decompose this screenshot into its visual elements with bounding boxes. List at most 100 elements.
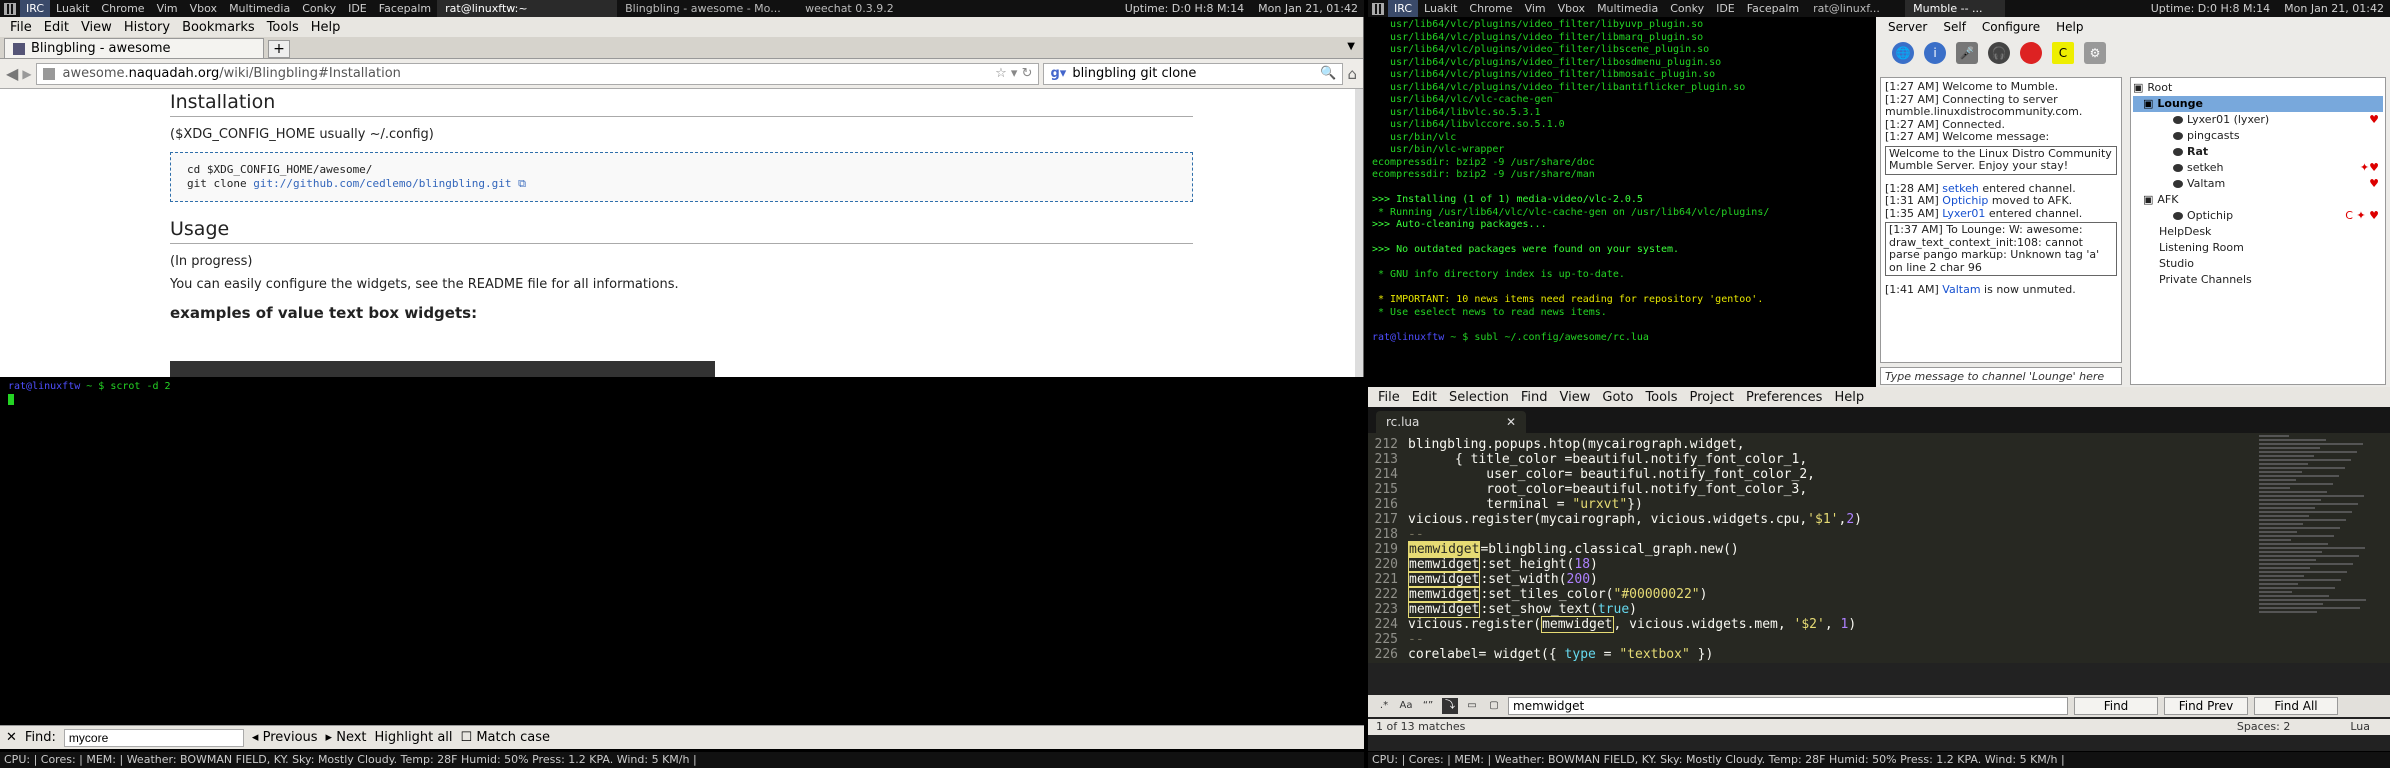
- terminal-top-right[interactable]: usr/lib64/vlc/plugins/video_filter/libyu…: [1368, 17, 1874, 387]
- tag-irc[interactable]: IRC: [20, 0, 51, 17]
- user-row[interactable]: Lyxer01 (lyxer) ♥: [2133, 112, 2383, 128]
- tag-chrome[interactable]: Chrome: [95, 0, 150, 17]
- menu-find[interactable]: Find: [1515, 390, 1554, 405]
- tag-multimedia[interactable]: Multimedia: [1591, 0, 1664, 17]
- menu-help[interactable]: Help: [1828, 390, 1870, 405]
- tag-irc[interactable]: IRC: [1388, 0, 1419, 17]
- search-bar[interactable]: g▾ blingbling git clone 🔍: [1043, 62, 1344, 85]
- in-selection-toggle-icon[interactable]: ▭: [1464, 698, 1480, 714]
- menu-help[interactable]: Help: [305, 20, 347, 35]
- channel-afk[interactable]: ▣ AFK: [2133, 192, 2383, 208]
- menu-tools[interactable]: Tools: [261, 20, 305, 35]
- wrap-toggle-icon[interactable]: ⤵: [1442, 698, 1458, 714]
- menu-goto[interactable]: Goto: [1596, 390, 1639, 405]
- tag-vbox[interactable]: Vbox: [184, 0, 223, 17]
- find-prev-button[interactable]: Find Prev: [2164, 697, 2248, 715]
- highlight-all-button[interactable]: Highlight all: [375, 730, 453, 745]
- record-icon[interactable]: [2020, 42, 2042, 64]
- find-input[interactable]: memwidget: [1508, 697, 2068, 715]
- tree-expand-icon[interactable]: ▣: [2143, 96, 2153, 112]
- channel-studio[interactable]: Studio: [2133, 256, 2383, 272]
- tag-luakit[interactable]: Luakit: [50, 0, 95, 17]
- next-button[interactable]: ▸ Next: [326, 730, 367, 745]
- tag-conky[interactable]: Conky: [1664, 0, 1710, 17]
- case-toggle-icon[interactable]: Aa: [1398, 698, 1414, 714]
- task-weechat[interactable]: weechat 0.3.9.2: [797, 0, 957, 17]
- minimap[interactable]: [2253, 433, 2390, 663]
- menu-preferences[interactable]: Preferences: [1740, 390, 1828, 405]
- user-link[interactable]: Valtam: [1942, 283, 1980, 296]
- mute-self-icon[interactable]: 🎤: [1956, 42, 1978, 64]
- user-row[interactable]: setkeh ✦♥: [2133, 160, 2383, 176]
- channel-private[interactable]: Private Channels: [2133, 272, 2383, 288]
- menu-history[interactable]: History: [118, 20, 176, 35]
- user-link[interactable]: Lyxer01: [1942, 207, 1985, 220]
- comment-icon[interactable]: C: [2052, 42, 2074, 64]
- menu-project[interactable]: Project: [1683, 390, 1739, 405]
- new-tab-button[interactable]: +: [268, 40, 290, 58]
- search-icon[interactable]: 🔍: [1320, 66, 1336, 81]
- tree-expand-icon[interactable]: ▣: [2143, 192, 2153, 208]
- regex-toggle-icon[interactable]: .*: [1376, 698, 1392, 714]
- tag-ide[interactable]: IDE: [342, 0, 373, 17]
- menu-file[interactable]: File: [1372, 390, 1406, 405]
- channel-lounge[interactable]: ▣ Lounge: [2133, 96, 2383, 112]
- user-row[interactable]: Optichip C ✦ ♥: [2133, 208, 2383, 224]
- channel-helpdesk[interactable]: HelpDesk: [2133, 224, 2383, 240]
- terminal-bottom-left[interactable]: rat@linuxftw ~ $ scrot -d 2: [0, 377, 1364, 725]
- menu-configure[interactable]: Configure: [1974, 20, 2048, 34]
- tab-rc-lua[interactable]: rc.lua ✕: [1376, 411, 1526, 433]
- tag-ide[interactable]: IDE: [1710, 0, 1741, 17]
- channel-listening-room[interactable]: Listening Room: [2133, 240, 2383, 256]
- user-link[interactable]: setkeh: [1942, 182, 1979, 195]
- task-terminal[interactable]: rat@linuxf...: [1805, 0, 1905, 17]
- tag-facepalm[interactable]: Facepalm: [373, 0, 437, 17]
- page-scrollbar[interactable]: [1355, 89, 1363, 377]
- google-icon[interactable]: g▾: [1050, 66, 1066, 81]
- tag-multimedia[interactable]: Multimedia: [223, 0, 296, 17]
- layout-icon[interactable]: [4, 2, 16, 15]
- match-case-checkbox[interactable]: ☐ Match case: [461, 730, 550, 745]
- find-input[interactable]: [63, 728, 244, 747]
- bookmark-star-icon[interactable]: ☆ ▾ ↻: [995, 66, 1032, 81]
- tag-luakit[interactable]: Luakit: [1418, 0, 1463, 17]
- chat-input[interactable]: Type message to channel 'Lounge' here: [1880, 367, 2122, 385]
- tag-vim[interactable]: Vim: [1519, 0, 1552, 17]
- user-row[interactable]: Valtam ♥: [2133, 176, 2383, 192]
- user-link[interactable]: Optichip: [1942, 194, 1988, 207]
- info-icon[interactable]: i: [1924, 42, 1946, 64]
- menu-view[interactable]: View: [1554, 390, 1597, 405]
- user-row[interactable]: Rat: [2133, 144, 2383, 160]
- git-repo-link[interactable]: git://github.com/cedlemo/blingbling.git: [253, 177, 511, 190]
- menu-tools[interactable]: Tools: [1639, 390, 1683, 405]
- layout-icon[interactable]: [1372, 2, 1384, 15]
- find-all-button[interactable]: Find All: [2254, 697, 2338, 715]
- tag-vim[interactable]: Vim: [151, 0, 184, 17]
- menu-bookmarks[interactable]: Bookmarks: [176, 20, 261, 35]
- syntax-status[interactable]: Lua: [2350, 719, 2370, 735]
- menu-selection[interactable]: Selection: [1443, 390, 1515, 405]
- menu-self[interactable]: Self: [1935, 20, 1974, 34]
- close-tab-icon[interactable]: ✕: [1506, 415, 1516, 429]
- menu-view[interactable]: View: [75, 20, 118, 35]
- tag-vbox[interactable]: Vbox: [1552, 0, 1591, 17]
- tag-facepalm[interactable]: Facepalm: [1741, 0, 1805, 17]
- settings-icon[interactable]: ⚙: [2084, 42, 2106, 64]
- menu-file[interactable]: File: [4, 20, 38, 35]
- indentation-status[interactable]: Spaces: 2: [2237, 719, 2290, 735]
- deafen-self-icon[interactable]: 🎧: [1988, 42, 2010, 64]
- close-find-icon[interactable]: ✕: [6, 730, 17, 745]
- task-firefox[interactable]: Blingbling - awesome - Mo...: [617, 0, 797, 17]
- code-editor[interactable]: 212 blingbling.popups.htop(mycairograph.w…: [1368, 433, 2253, 663]
- find-button[interactable]: Find: [2074, 697, 2158, 715]
- tab-blingbling[interactable]: Blingbling - awesome: [4, 38, 264, 58]
- menu-help[interactable]: Help: [2048, 20, 2091, 34]
- task-terminal[interactable]: rat@linuxftw:~: [437, 0, 618, 17]
- menu-server[interactable]: Server: [1880, 20, 1935, 34]
- tab-list-icon[interactable]: ▼: [1347, 41, 1355, 52]
- menu-edit[interactable]: Edit: [1406, 390, 1443, 405]
- previous-button[interactable]: ◂ Previous: [252, 730, 318, 745]
- tree-expand-icon[interactable]: ▣: [2133, 80, 2143, 96]
- highlight-matches-toggle-icon[interactable]: ▢: [1486, 698, 1502, 714]
- tag-chrome[interactable]: Chrome: [1463, 0, 1518, 17]
